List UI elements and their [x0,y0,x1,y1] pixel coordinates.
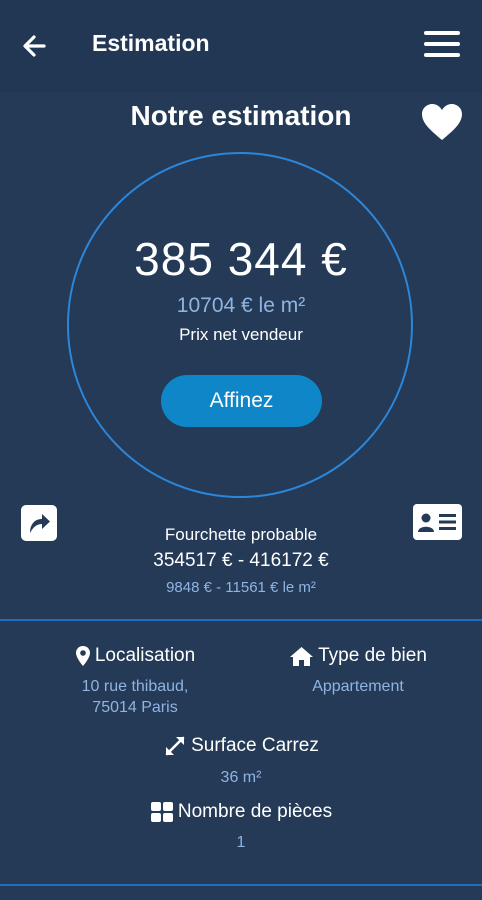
refine-button[interactable]: Affinez [161,375,322,427]
hamburger-menu-icon [424,31,460,57]
home-icon [290,646,314,666]
property-type-value: Appartement [312,677,404,695]
arrow-left-icon [23,35,46,57]
estimate-heading: Notre estimation [130,100,352,131]
surface-value: 36 m² [220,769,262,786]
divider [0,884,482,886]
back-button[interactable] [18,30,52,62]
app-bar: Estimation [0,0,482,92]
location-line-1: 10 rue thibaud, [81,678,189,695]
range-value: 354517 € - 416172 € [153,550,329,571]
property-type-heading: Type de bien [289,645,427,667]
surface-label: Surface Carrez [191,735,319,756]
favorite-button[interactable] [420,102,464,142]
surface-block: Surface Carrez 36 m² [90,734,392,788]
menu-button[interactable] [424,31,460,61]
location-line-2: 75014 Paris [92,699,178,716]
range-per-m2: 9848 € - 11561 € le m² [166,579,316,596]
divider [0,619,482,621]
page-title: Estimation [92,30,210,56]
property-type-block: Type de bien Appartement [260,645,456,697]
surface-heading: Surface Carrez [163,734,319,758]
grid-icon [150,802,173,822]
rooms-block: Nombre de pièces 1 [90,801,392,853]
property-type-label: Type de bien [318,645,427,666]
rooms-label: Nombre de pièces [177,801,333,822]
expand-icon [165,736,185,756]
heart-icon [422,104,462,140]
rooms-heading: Nombre de pièces [150,801,332,823]
estimated-price: 385 344 € [134,233,348,285]
location-block: Localisation 10 rue thibaud, 75014 Paris [20,645,250,718]
price-per-m2: 10704 € le m² [176,294,306,317]
map-pin-icon [75,646,90,666]
location-label: Localisation [94,645,196,666]
net-seller-caption: Prix net vendeur [179,325,303,344]
range-label: Fourchette probable [164,525,318,544]
location-heading: Localisation [75,645,195,667]
rooms-value: 1 [236,834,246,851]
